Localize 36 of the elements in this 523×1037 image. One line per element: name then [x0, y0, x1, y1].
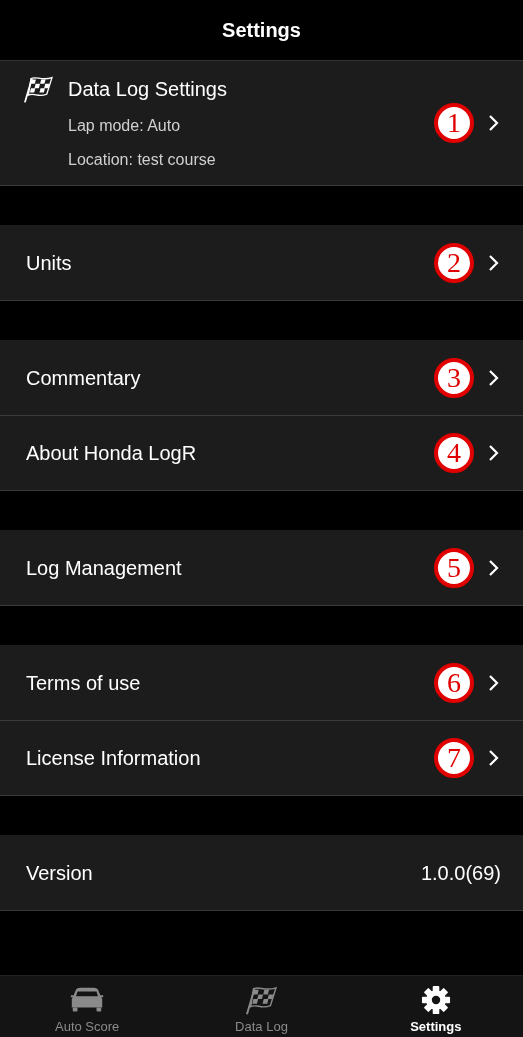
tab-item[interactable]: Settings: [348, 976, 523, 1037]
settings-row[interactable]: Data Log Settings Lap mode: Auto Location: test course 1: [0, 61, 523, 185]
row-title: Version: [26, 860, 94, 886]
row-title: Log Management: [26, 555, 183, 581]
row-subtitle: Location: test course: [67, 150, 217, 170]
tab-item[interactable]: Auto Score: [0, 976, 175, 1037]
number-marker: 3: [434, 357, 474, 398]
settings-row[interactable]: Terms of use 6: [0, 645, 523, 720]
settings-row[interactable]: Log Management 5: [0, 530, 523, 605]
settings-row[interactable]: License Information 7: [0, 720, 523, 795]
row-title: Units: [26, 250, 73, 276]
chevron-icon: [488, 114, 499, 132]
number-marker: 2: [434, 242, 474, 283]
chevron-icon: [488, 368, 499, 387]
row-subtitle: Lap mode: Auto: [67, 116, 182, 136]
settings-row[interactable]: About Honda LogR 4: [0, 415, 523, 490]
chevron-icon: [488, 749, 499, 767]
number-marker: 6: [434, 662, 474, 703]
row-title: Data Log Settings: [68, 77, 227, 102]
settings-row[interactable]: Commentary 3: [0, 340, 523, 415]
page-title: Settings: [222, 18, 301, 43]
row-title: Commentary: [26, 365, 142, 391]
number-marker: 1: [434, 103, 474, 143]
row-title: Terms of use: [26, 670, 142, 696]
chevron-icon: [488, 673, 499, 692]
number-marker: 4: [434, 433, 474, 473]
chevron-icon: [488, 253, 499, 272]
number-marker: 5: [434, 547, 474, 588]
tab-item[interactable]: Data Log: [174, 976, 349, 1037]
chevron-icon: [488, 558, 499, 577]
number-marker: 7: [434, 738, 474, 778]
chevron-icon: [488, 444, 499, 462]
row-title: License Information: [26, 746, 202, 771]
version-value: 1.0.0(69): [420, 860, 501, 886]
settings-row[interactable]: Units 2: [0, 225, 523, 300]
row-title: About Honda LogR: [26, 441, 198, 466]
